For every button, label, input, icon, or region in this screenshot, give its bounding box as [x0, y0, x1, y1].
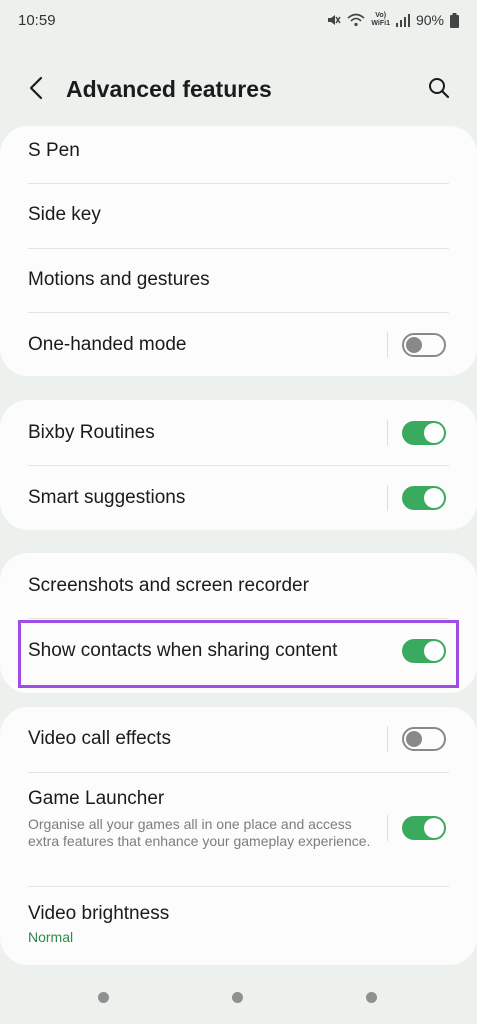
toggle-separator [387, 485, 388, 511]
setting-label: Game Launcher [28, 788, 165, 809]
setting-label: Screenshots and screen recorder [28, 575, 309, 596]
setting-show-contacts-sharing[interactable]: Show contacts when sharing content [28, 634, 377, 668]
toggle-knob [424, 641, 444, 661]
search-button[interactable] [425, 76, 453, 104]
toggle-separator [387, 332, 388, 358]
setting-label: S Pen [28, 140, 80, 161]
setting-one-handed-mode[interactable]: One-handed mode [28, 328, 377, 362]
setting-side-key[interactable]: Side key [28, 198, 449, 232]
one-handed-mode-toggle[interactable] [402, 333, 446, 357]
setting-video-brightness[interactable]: Video brightness Normal [28, 903, 449, 951]
back-nav-button[interactable] [366, 992, 377, 1003]
setting-label: Motions and gestures [28, 269, 210, 290]
bixby-routines-toggle[interactable] [402, 421, 446, 445]
setting-label: One-handed mode [28, 334, 187, 355]
volte-wifi-icon: Vo) WiFi1 [371, 12, 390, 27]
setting-s-pen[interactable]: S Pen [28, 134, 449, 168]
toggle-separator [387, 420, 388, 446]
back-button[interactable] [22, 76, 50, 104]
status-time: 10:59 [18, 11, 56, 29]
setting-label: Show contacts when sharing content [28, 640, 338, 661]
toggle-knob [424, 488, 444, 508]
search-icon [428, 77, 450, 104]
setting-video-call-effects[interactable]: Video call effects [28, 722, 377, 756]
divider [28, 183, 449, 184]
setting-motions-gestures[interactable]: Motions and gestures [28, 263, 449, 297]
toggle-knob [406, 337, 422, 353]
signal-icon [395, 13, 410, 27]
setting-label: Smart suggestions [28, 487, 186, 508]
video-call-effects-toggle[interactable] [402, 727, 446, 751]
divider [28, 465, 449, 466]
setting-label: Side key [28, 204, 101, 225]
toggle-separator [387, 815, 388, 841]
setting-screenshots-recorder[interactable]: Screenshots and screen recorder [28, 569, 449, 603]
setting-sublabel: Normal [28, 929, 74, 945]
divider [28, 248, 449, 249]
battery-icon [450, 12, 459, 28]
divider [28, 772, 449, 773]
page-title: Advanced features [66, 76, 272, 102]
game-launcher-toggle[interactable] [402, 816, 446, 840]
setting-smart-suggestions[interactable]: Smart suggestions [28, 481, 377, 515]
setting-description: Organise all your games all in one place… [28, 816, 371, 849]
divider [28, 886, 449, 887]
setting-label: Bixby Routines [28, 422, 155, 443]
divider [28, 618, 449, 619]
status-icons: Vo) WiFi1 90% [325, 12, 459, 28]
setting-label: Video brightness [28, 903, 170, 924]
recent-apps-button[interactable] [98, 992, 109, 1003]
show-contacts-sharing-toggle[interactable] [402, 639, 446, 663]
setting-bixby-routines[interactable]: Bixby Routines [28, 416, 377, 450]
smart-suggestions-toggle[interactable] [402, 486, 446, 510]
toggle-knob [424, 818, 444, 838]
toggle-knob [424, 423, 444, 443]
wifi-icon [347, 12, 365, 28]
setting-label: Video call effects [28, 728, 171, 749]
toggle-knob [406, 731, 422, 747]
divider [28, 312, 449, 313]
status-bar: 10:59 Vo) WiFi1 90% [0, 0, 477, 40]
toggle-separator [387, 726, 388, 752]
mute-icon [325, 12, 341, 28]
setting-game-launcher[interactable]: Game Launcher Organise all your games al… [28, 788, 377, 872]
battery-percent: 90% [415, 12, 444, 28]
home-button[interactable] [232, 992, 243, 1003]
back-arrow-icon [28, 76, 44, 105]
app-bar: Advanced features [0, 62, 477, 118]
